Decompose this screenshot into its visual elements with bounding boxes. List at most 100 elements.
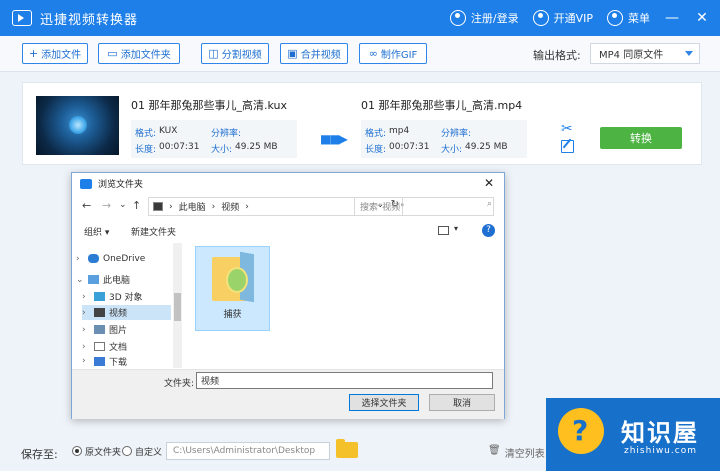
trash-icon: 🗑 xyxy=(488,445,501,456)
merge-video-label: 合并视频 xyxy=(300,50,341,61)
tree-item-videos[interactable]: › 视频 xyxy=(82,305,171,320)
radio-original-folder[interactable] xyxy=(72,446,82,456)
watermark-logo-icon xyxy=(558,408,604,454)
breadcrumb-sep-icon: › xyxy=(245,201,249,212)
film-icon xyxy=(94,308,105,317)
convert-button[interactable]: 转换 xyxy=(600,127,682,149)
cancel-button[interactable]: 取消 xyxy=(429,394,495,411)
folder-name-input[interactable]: 视频 xyxy=(196,372,493,389)
menu-button[interactable]: 菜单 xyxy=(607,10,650,26)
split-icon: ◫ xyxy=(208,47,219,60)
target-duration-label: 长度: xyxy=(365,145,387,155)
app-logo-icon xyxy=(12,10,32,26)
close-button[interactable]: ✕ xyxy=(694,10,710,26)
tree-item-onedrive[interactable]: › OneDrive xyxy=(76,251,171,266)
breadcrumb-this-pc[interactable]: 此电脑 xyxy=(179,200,206,213)
view-options-icon[interactable] xyxy=(438,226,449,235)
layers-icon xyxy=(607,10,623,26)
chevron-down-icon: ⌄ xyxy=(76,274,84,285)
dialog-command-row: 组织 ▾ 新建文件夹 ▾ ? xyxy=(72,221,504,241)
search-input[interactable]: 搜索"视频" xyxy=(354,197,494,216)
toolbar: + 添加文件 ▭ 添加文件夹 ◫ 分割视频 ▣ 合并视频 ∞ 制作GIF 输出格… xyxy=(0,36,720,72)
dialog-app-icon xyxy=(80,178,92,189)
minimize-button[interactable]: — xyxy=(664,10,680,26)
new-folder-button[interactable]: 新建文件夹 xyxy=(131,225,176,238)
folder-item-capture[interactable]: 捕获 xyxy=(195,246,270,331)
select-folder-button[interactable]: 选择文件夹 xyxy=(349,394,419,411)
output-format-select[interactable]: MP4 同原文件 xyxy=(590,43,700,64)
nav-scrollbar[interactable] xyxy=(173,243,182,368)
cloud-icon xyxy=(88,254,99,263)
document-icon xyxy=(94,342,105,351)
tree-label: 下载 xyxy=(109,357,128,368)
open-folder-icon[interactable] xyxy=(336,439,358,458)
navigation-pane: › OneDrive ⌄ 此电脑 › 3D 对象 › 视频 › 图片 › 文档 … xyxy=(72,243,182,368)
make-gif-button[interactable]: ∞ 制作GIF xyxy=(359,43,427,64)
tree-item-this-pc[interactable]: ⌄ 此电脑 xyxy=(76,272,171,287)
source-format-label: 格式: xyxy=(135,129,157,139)
radio-custom-folder[interactable] xyxy=(122,446,132,456)
tree-item-documents[interactable]: › 文档 xyxy=(82,339,171,354)
clear-list-label: 清空列表 xyxy=(504,449,545,460)
chevron-right-icon: › xyxy=(82,341,86,352)
convert-arrow-icon: ■■▶ xyxy=(320,132,348,146)
add-folder-button[interactable]: ▭ 添加文件夹 xyxy=(98,43,180,64)
scissors-icon[interactable]: ✂ xyxy=(561,121,573,137)
login-button[interactable]: 注册/登录 xyxy=(449,10,519,26)
cube-icon xyxy=(94,292,105,301)
tree-item-3d-objects[interactable]: › 3D 对象 xyxy=(82,289,171,304)
tree-item-pictures[interactable]: › 图片 xyxy=(82,322,171,337)
make-gif-label: 制作GIF xyxy=(380,50,418,61)
dialog-title-bar: 浏览文件夹 ✕ xyxy=(72,173,504,194)
tree-label: 文档 xyxy=(109,343,128,353)
split-video-button[interactable]: ◫ 分割视频 xyxy=(201,43,269,64)
output-format-label: 输出格式: xyxy=(533,49,581,62)
computer-icon xyxy=(153,202,163,211)
dialog-close-button[interactable]: ✕ xyxy=(484,176,494,190)
save-to-label: 保存至: xyxy=(21,448,58,461)
target-file-name: 01 那年那兔那些事儿_高清.mp4 xyxy=(361,99,523,112)
organize-menu[interactable]: 组织 ▾ xyxy=(84,225,109,238)
add-file-label: 添加文件 xyxy=(41,50,82,61)
chevron-right-icon: › xyxy=(82,307,86,318)
recent-dropdown-icon[interactable]: ⌄ xyxy=(119,200,127,210)
clear-list-button[interactable]: 🗑 清空列表 xyxy=(488,445,545,460)
chevron-right-icon: › xyxy=(82,356,86,366)
file-list-item: 01 那年那兔那些事儿_高清.kux 格式: KUX 分辨率: 长度: 00:0… xyxy=(22,82,702,165)
up-arrow-icon[interactable]: ↑ xyxy=(132,199,141,212)
output-format-value: MP4 同原文件 xyxy=(599,50,664,61)
watermark-badge: 知识屋 zhishiwu.com xyxy=(546,398,720,471)
vip-button[interactable]: 开通VIP xyxy=(532,10,593,26)
view-dropdown-icon[interactable]: ▾ xyxy=(454,224,458,233)
chevron-right-icon: › xyxy=(82,291,86,302)
source-res-label: 分辨率: xyxy=(211,129,242,139)
target-size-label: 大小: xyxy=(441,145,463,155)
merge-video-button[interactable]: ▣ 合并视频 xyxy=(280,43,348,64)
help-icon[interactable]: ? xyxy=(482,224,495,237)
custom-folder-label: 自定义 xyxy=(135,448,163,458)
split-video-label: 分割视频 xyxy=(221,50,262,61)
forward-arrow-icon[interactable]: → xyxy=(102,199,111,212)
watermark-name: 知识屋 xyxy=(621,419,699,447)
breadcrumb-videos[interactable]: 视频 xyxy=(221,200,239,213)
folder-icon: ▭ xyxy=(107,47,118,60)
back-arrow-icon[interactable]: ← xyxy=(82,199,91,212)
breadcrumb-sep-icon: › xyxy=(211,201,216,212)
tree-item-downloads[interactable]: › 下载 xyxy=(82,355,171,367)
save-path-input[interactable]: C:\Users\Administrator\Desktop xyxy=(166,442,330,460)
edit-icon[interactable] xyxy=(561,140,574,153)
source-duration-label: 长度: xyxy=(135,145,157,155)
computer-icon xyxy=(88,275,99,284)
tree-label: 此电脑 xyxy=(103,276,131,286)
target-meta: 格式: mp4 分辨率: 长度: 00:07:31 大小: 49.25 MB xyxy=(361,120,527,158)
chevron-down-icon xyxy=(685,51,693,56)
breadcrumb-sep-icon: › xyxy=(169,201,173,212)
source-file-name: 01 那年那兔那些事儿_高清.kux xyxy=(131,99,288,112)
user-icon xyxy=(449,10,466,26)
scrollbar-thumb[interactable] xyxy=(174,293,181,321)
add-file-button[interactable]: + 添加文件 xyxy=(22,43,88,64)
picture-icon xyxy=(94,325,105,334)
search-icon[interactable]: ⌕ xyxy=(482,199,492,209)
video-thumbnail xyxy=(36,96,119,155)
title-bar: 迅捷视频转换器 注册/登录 开通VIP 菜单 — ✕ xyxy=(0,0,720,36)
